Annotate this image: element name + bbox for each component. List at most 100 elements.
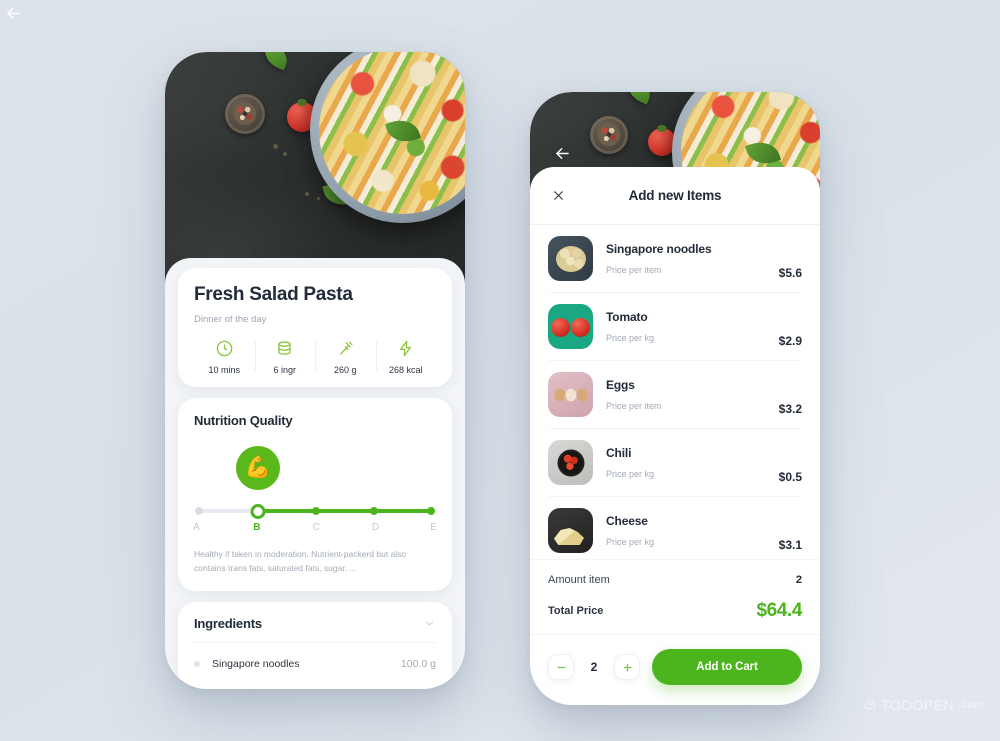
dish-subtitle: Dinner of the day — [194, 314, 267, 325]
ingredients-card: Ingredients Singapore noodles 100.0 g Zu… — [178, 602, 452, 689]
phone-mockup-add-items: Add new Items Singapore noodles Price pe… — [530, 92, 820, 705]
item-unit: Price per item — [606, 265, 662, 275]
pepper-bowl-decor — [590, 116, 628, 154]
item-unit: Price per kg — [606, 537, 655, 547]
dish-stats: 10 mins 6 ingr 260 g 268 kcal — [194, 339, 436, 375]
item-unit: Price per item — [606, 401, 662, 411]
grade-dot-e[interactable] — [426, 507, 435, 515]
layers-icon — [275, 339, 294, 358]
item-unit: Price per kg — [606, 469, 655, 479]
grade-track[interactable] — [195, 503, 435, 519]
basil-leaf-decor — [259, 52, 293, 71]
grade-label-d: D — [371, 522, 380, 533]
item-price: $3.2 — [778, 402, 802, 416]
back-button[interactable] — [0, 0, 26, 26]
detail-screen: Fresh Salad Pasta Dinner of the day 10 m… — [165, 52, 465, 689]
dish-title-card: Fresh Salad Pasta Dinner of the day 10 m… — [178, 268, 452, 387]
item-price: $3.1 — [778, 538, 802, 552]
speck-decor — [273, 144, 278, 149]
close-icon[interactable] — [548, 186, 568, 206]
scale-icon — [336, 339, 355, 358]
grade-label-b: B — [253, 522, 261, 533]
grade-handle-b[interactable] — [250, 503, 266, 519]
speck-decor — [305, 192, 309, 196]
total-price-row: Total Price $64.4 — [548, 600, 802, 622]
add-to-cart-button[interactable]: Add to Cart — [652, 649, 802, 685]
order-totals: Amount item 2 Total Price $64.4 — [530, 559, 820, 634]
list-item[interactable]: Tomato Price per kg $2.9 — [548, 293, 802, 361]
quantity-value: 2 — [590, 660, 598, 674]
stat-label: 10 mins — [208, 365, 240, 375]
item-list: Singapore noodles Price per item $5.6 To… — [530, 225, 820, 559]
list-item[interactable]: Cheese Price per kg $3.1 — [548, 497, 802, 559]
lightning-icon — [396, 339, 415, 358]
amount-item-row: Amount item 2 — [548, 574, 802, 586]
grade-track-active — [258, 509, 433, 513]
ingredients-header[interactable]: Ingredients — [194, 616, 436, 631]
back-button[interactable] — [549, 140, 575, 166]
amount-item-label: Amount item — [548, 574, 610, 586]
ingredients-title: Ingredients — [194, 616, 262, 632]
list-item: Singapore noodles 100.0 g — [194, 642, 436, 684]
nutrition-description: Healthy if taken in moderation. Nutrient… — [194, 549, 407, 573]
clock-icon — [215, 339, 234, 358]
item-thumbnail — [548, 440, 593, 485]
modal-header: Add new Items — [530, 167, 820, 225]
item-info: Cheese Price per kg — [606, 514, 779, 547]
detail-content-sheet: Fresh Salad Pasta Dinner of the day 10 m… — [165, 258, 465, 689]
item-thumbnail — [548, 236, 593, 281]
grade-label-e: E — [430, 522, 437, 533]
pepper-bowl-decor — [225, 94, 265, 134]
item-info: Eggs Price per item — [606, 378, 779, 411]
watermark-name: TOOOPEN — [880, 697, 955, 713]
item-info: Tomato Price per kg — [606, 310, 779, 343]
grade-dot-c[interactable] — [312, 507, 321, 515]
item-info: Chili Price per kg — [606, 446, 779, 479]
bullet-icon — [194, 661, 200, 668]
grade-label-c: C — [312, 522, 320, 533]
ingredient-name: Singapore noodles — [212, 658, 300, 671]
modal-title: Add new Items — [628, 188, 722, 203]
nutrition-title: Nutrition Quality — [194, 413, 293, 428]
add-items-screen: Add new Items Singapore noodles Price pe… — [530, 92, 820, 705]
item-name: Cheese — [606, 514, 648, 528]
item-unit: Price per kg — [606, 333, 655, 343]
item-thumbnail — [548, 508, 593, 553]
watermark-tld: .com — [958, 699, 984, 711]
ingredient-amount: 100.0 g — [400, 658, 436, 671]
item-name: Chili — [606, 446, 632, 460]
list-item[interactable]: Chili Price per kg $0.5 — [548, 429, 802, 497]
amount-item-value: 2 — [795, 574, 802, 586]
stat-label: 6 ingr — [273, 365, 296, 375]
item-thumbnail — [548, 372, 593, 417]
page-title: Fresh Salad Pasta — [194, 284, 353, 305]
item-price: $0.5 — [778, 470, 802, 484]
grade-dot-a[interactable] — [195, 507, 204, 515]
increment-button[interactable] — [614, 654, 640, 680]
muscle-icon: 💪 — [244, 456, 272, 479]
phone-mockup-detail: Fresh Salad Pasta Dinner of the day 10 m… — [165, 52, 465, 689]
item-name: Tomato — [606, 310, 648, 324]
basil-leaf-decor — [622, 92, 656, 105]
grade-label-a: A — [193, 522, 200, 533]
grade-dot-d[interactable] — [370, 507, 378, 515]
decrement-button[interactable] — [548, 654, 574, 680]
item-thumbnail — [548, 304, 593, 349]
watermark: TOOOPEN .com — [863, 697, 984, 713]
stat-label: 268 kcal — [388, 365, 423, 375]
speck-decor — [283, 152, 287, 156]
cloud-icon — [863, 698, 877, 712]
stat-weight: 260 g — [315, 339, 376, 375]
grade-badge: 💪 — [236, 446, 280, 490]
total-price-value: $64.4 — [756, 600, 802, 621]
nutrition-quality-card: Nutrition Quality 💪 A B C D E Healthy if… — [178, 398, 452, 592]
list-item[interactable]: Singapore noodles Price per item $5.6 — [548, 225, 802, 293]
item-price: $5.6 — [778, 266, 802, 280]
stat-cook-time: 10 mins — [194, 339, 255, 375]
stat-calories: 268 kcal — [375, 339, 437, 375]
add-items-modal: Add new Items Singapore noodles Price pe… — [530, 167, 820, 705]
nutrition-grade-slider[interactable]: 💪 A B C D E — [193, 446, 437, 540]
stat-label: 260 g — [333, 365, 357, 375]
chevron-down-icon[interactable] — [423, 617, 436, 630]
list-item[interactable]: Eggs Price per item $3.2 — [548, 361, 802, 429]
